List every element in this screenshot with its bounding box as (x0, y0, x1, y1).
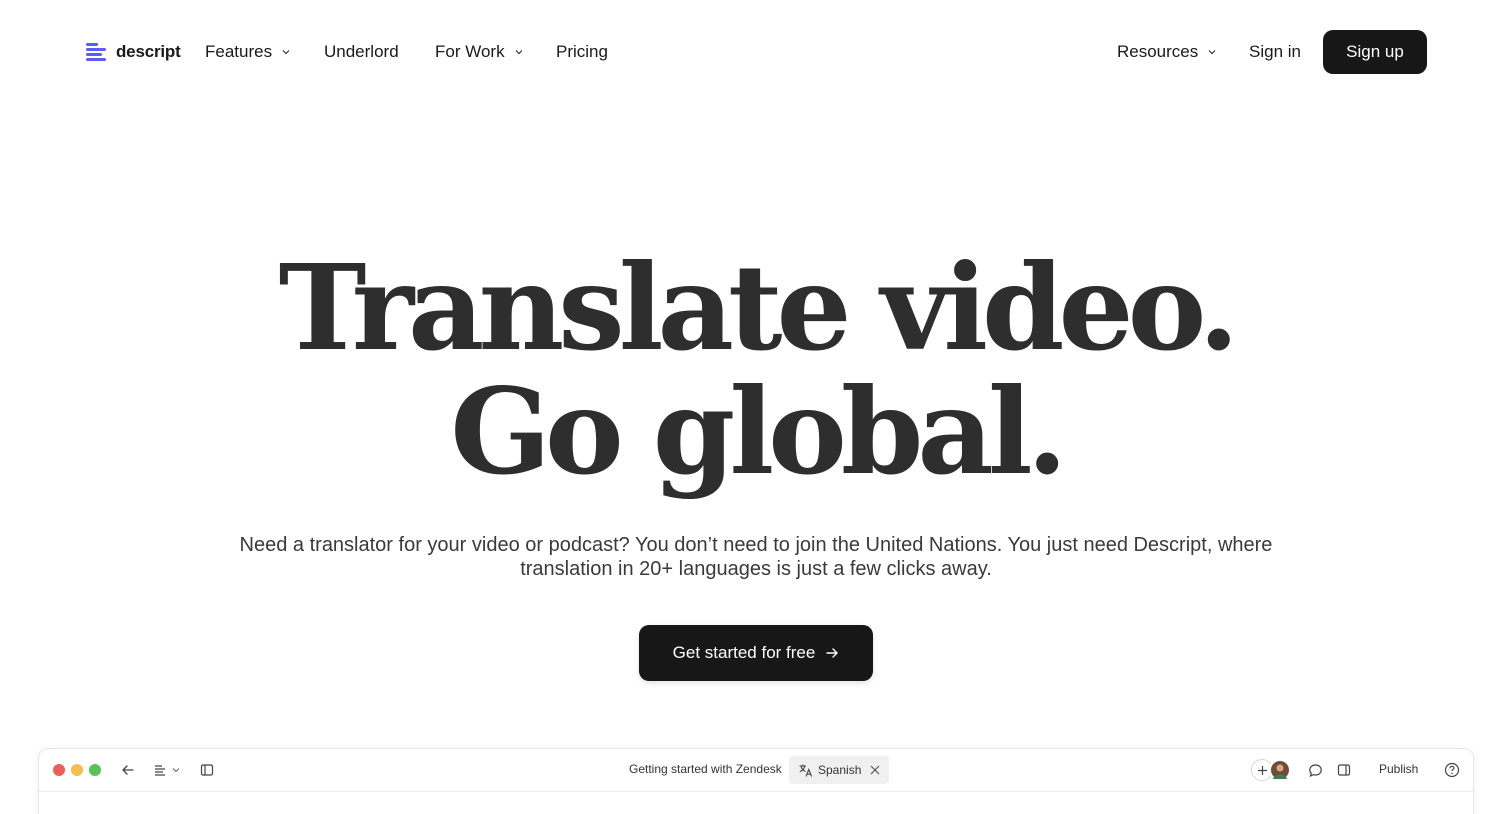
language-chip[interactable]: Spanish (789, 756, 889, 784)
descript-logo-icon (86, 41, 108, 63)
app-preview-window: Getting started with Zendesk Spanish Pub… (38, 748, 1474, 814)
publish-button[interactable]: Publish (1379, 762, 1418, 776)
hero-title-line1: Translate video. (278, 238, 1240, 377)
top-nav: descript Features Underlord For Work Pri… (0, 0, 1512, 104)
get-started-button[interactable]: Get started for free (639, 625, 873, 681)
sign-up-button[interactable]: Sign up (1323, 30, 1427, 74)
help-icon[interactable] (1443, 761, 1461, 779)
arrow-right-icon (826, 648, 839, 658)
project-title: Getting started with Zendesk (629, 762, 782, 776)
nav-features[interactable]: Features (205, 38, 290, 66)
get-started-label: Get started for free (672, 643, 816, 662)
chevron-down-icon (282, 50, 290, 55)
sign-in-label: Sign in (1249, 42, 1301, 61)
sign-up-label: Sign up (1346, 42, 1404, 61)
descript-logo[interactable]: descript (86, 38, 181, 66)
sidebar-toggle-icon[interactable] (198, 761, 216, 779)
nav-pricing[interactable]: Pricing (556, 38, 608, 66)
nav-underlord-label: Underlord (324, 42, 399, 61)
chevron-down-icon[interactable] (170, 761, 182, 779)
nav-for-work[interactable]: For Work (435, 38, 523, 66)
hero-subtitle: Need a translator for your video or podc… (239, 534, 1273, 580)
avatar[interactable] (1269, 759, 1291, 781)
window-close-dot[interactable] (53, 764, 65, 776)
window-minimize-dot[interactable] (71, 764, 83, 776)
window-maximize-dot[interactable] (89, 764, 101, 776)
back-arrow-icon[interactable] (119, 761, 137, 779)
page: descript Features Underlord For Work Pri… (0, 0, 1512, 814)
nav-resources[interactable]: Resources (1117, 38, 1216, 66)
chevron-down-icon (1208, 50, 1216, 55)
sign-in-link[interactable]: Sign in (1249, 38, 1301, 66)
nav-for-work-label: For Work (435, 42, 505, 61)
nav-pricing-label: Pricing (556, 42, 608, 61)
app-toolbar: Getting started with Zendesk Spanish Pub… (39, 749, 1473, 792)
chevron-down-icon (515, 50, 523, 55)
close-icon[interactable] (869, 764, 881, 776)
comment-icon[interactable] (1306, 761, 1324, 779)
nav-resources-label: Resources (1117, 42, 1199, 61)
nav-features-label: Features (205, 42, 273, 61)
translate-icon (799, 764, 813, 777)
menu-icon[interactable] (151, 761, 169, 779)
panel-toggle-icon[interactable] (1335, 761, 1353, 779)
logo-wordmark: descript (116, 42, 181, 61)
language-label: Spanish (818, 763, 862, 777)
nav-underlord[interactable]: Underlord (324, 38, 399, 66)
hero-title-line2: Go global. (450, 362, 1067, 501)
